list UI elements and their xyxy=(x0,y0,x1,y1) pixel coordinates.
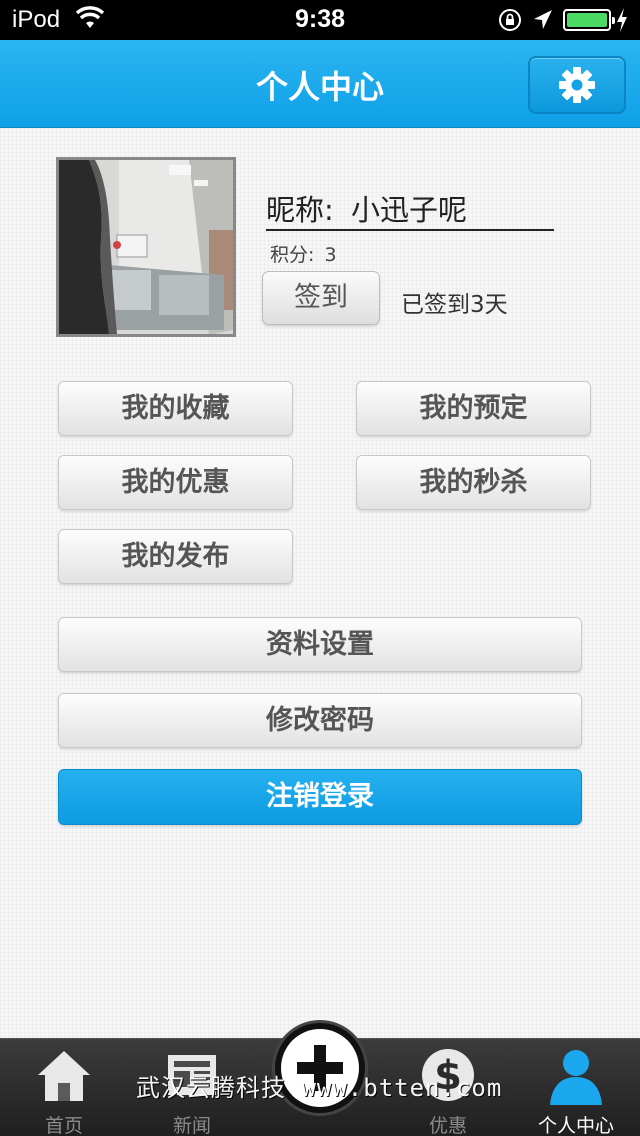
change-password-button[interactable]: 修改密码 xyxy=(58,693,582,748)
location-arrow-icon xyxy=(534,10,552,29)
nickname-value: 小迅子呢 xyxy=(351,193,468,227)
tab-home-label: 首页 xyxy=(44,1115,83,1136)
points-display: 积分: 3 xyxy=(270,240,337,267)
settings-button[interactable] xyxy=(528,56,626,114)
logout-button[interactable]: 注销登录 xyxy=(58,769,582,825)
avatar-photo xyxy=(59,160,233,334)
points-value: 3 xyxy=(324,244,337,266)
my-discounts-button[interactable]: 我的优惠 xyxy=(58,455,293,510)
tab-profile-label: 个人中心 xyxy=(537,1115,614,1136)
points-label: 积分: xyxy=(270,244,315,266)
watermark-text: 武汉云腾科技 www.btten.com xyxy=(136,1074,503,1102)
avatar[interactable] xyxy=(56,157,236,337)
nav-header: 个人中心 xyxy=(0,40,640,128)
tab-discounts-label: 优惠 xyxy=(428,1115,467,1136)
home-icon xyxy=(38,1051,90,1101)
nickname-label: 昵称: xyxy=(266,193,334,227)
gear-icon xyxy=(559,67,595,103)
my-reservations-button[interactable]: 我的预定 xyxy=(356,381,591,436)
my-flash-sales-button[interactable]: 我的秒杀 xyxy=(356,455,591,510)
user-icon xyxy=(550,1050,602,1105)
tab-news-label: 新闻 xyxy=(172,1115,211,1136)
tab-home[interactable]: 首页 xyxy=(0,1039,128,1136)
status-bar: iPod 9:38 xyxy=(0,0,640,40)
tab-profile[interactable]: 个人中心 xyxy=(512,1039,640,1136)
battery-icon xyxy=(563,9,615,31)
signin-button[interactable]: 签到 xyxy=(262,271,380,325)
my-posts-button[interactable]: 我的发布 xyxy=(58,529,293,584)
nickname-field: 昵称: 小迅子呢 xyxy=(266,187,554,231)
signed-days-text: 已签到3天 xyxy=(401,292,508,318)
my-favorites-button[interactable]: 我的收藏 xyxy=(58,381,293,436)
orientation-lock-icon xyxy=(499,9,521,31)
profile-settings-button[interactable]: 资料设置 xyxy=(58,617,582,672)
charging-bolt-icon xyxy=(617,8,627,32)
